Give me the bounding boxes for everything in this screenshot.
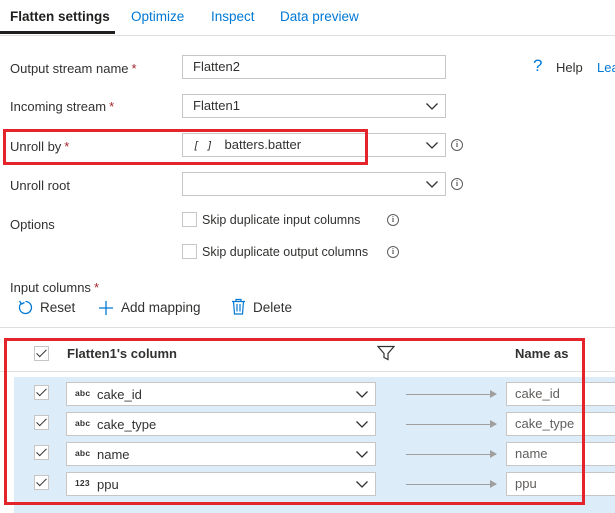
skip-duplicate-output-label: Skip duplicate output columns: [202, 245, 369, 259]
name-as-header: Name as: [515, 346, 569, 361]
type-badge: abc: [75, 418, 91, 428]
skip-output-info-icon[interactable]: i: [387, 246, 399, 258]
output-stream-input[interactable]: Flatten2: [182, 55, 446, 79]
mapping-arrow-icon: [406, 450, 497, 458]
tab-inspect[interactable]: Inspect: [211, 9, 255, 24]
toolbar-divider: [0, 327, 615, 328]
skip-duplicate-input-checkbox[interactable]: [182, 212, 197, 227]
help-label: Help: [556, 60, 583, 75]
chevron-down-icon: [356, 391, 368, 398]
trash-icon: [232, 298, 245, 315]
column-select[interactable]: 123 ppu: [66, 472, 376, 496]
row-checkbox[interactable]: [34, 415, 49, 430]
table-row[interactable]: abc cake_type cake_type: [14, 411, 615, 437]
tab-flatten-settings[interactable]: Flatten settings: [10, 9, 110, 24]
chevron-down-icon: [356, 421, 368, 428]
mapping-arrow-icon: [406, 390, 497, 398]
type-badge: 123: [75, 478, 90, 488]
column-select[interactable]: abc cake_type: [66, 412, 376, 436]
column-select[interactable]: abc name: [66, 442, 376, 466]
unroll-root-select[interactable]: [182, 172, 446, 196]
incoming-stream-select[interactable]: Flatten1: [182, 94, 446, 118]
row-checkbox[interactable]: [34, 475, 49, 490]
unroll-by-info-icon[interactable]: i: [451, 139, 463, 151]
options-label: Options: [10, 217, 55, 232]
row-checkbox[interactable]: [34, 445, 49, 460]
tab-optimize[interactable]: Optimize: [131, 9, 184, 24]
skip-duplicate-input-label: Skip duplicate input columns: [202, 213, 361, 227]
chevron-down-icon: [356, 451, 368, 458]
mapping-arrow-icon: [406, 480, 497, 488]
unroll-by-select[interactable]: [ ] batters.batter: [182, 133, 446, 157]
reset-icon: [18, 300, 33, 315]
skip-duplicate-output-checkbox[interactable]: [182, 244, 197, 259]
learn-more-link[interactable]: Lea: [597, 60, 615, 75]
type-badge: abc: [75, 388, 91, 398]
table-row[interactable]: abc cake_id cake_id: [14, 381, 615, 407]
unroll-by-label: Unroll by *: [10, 139, 70, 154]
name-as-input[interactable]: ppu: [506, 472, 615, 496]
unroll-root-info-icon[interactable]: i: [451, 178, 463, 190]
column-select[interactable]: abc cake_id: [66, 382, 376, 406]
chevron-down-icon: [426, 142, 438, 149]
skip-input-info-icon[interactable]: i: [387, 214, 399, 226]
name-as-input[interactable]: name: [506, 442, 615, 466]
output-stream-label: Output stream name *: [10, 61, 137, 76]
row-checkbox[interactable]: [34, 385, 49, 400]
type-badge: abc: [75, 448, 91, 458]
grid-body: abc cake_id cake_id abc cake_type cake_t…: [14, 377, 615, 513]
tab-data-preview[interactable]: Data preview: [280, 9, 359, 24]
column-header: Flatten1's column: [67, 346, 177, 361]
chevron-down-icon: [356, 481, 368, 488]
chevron-down-icon: [426, 103, 438, 110]
question-icon: ?: [533, 56, 543, 75]
input-columns-label: Input columns *: [10, 280, 99, 295]
table-row[interactable]: 123 ppu ppu: [14, 471, 615, 497]
name-as-input[interactable]: cake_id: [506, 382, 615, 406]
mapping-arrow-icon: [406, 420, 497, 428]
filter-icon[interactable]: [377, 345, 395, 361]
active-tab-indicator: [0, 31, 115, 34]
grid-header: Flatten1's column Name as: [0, 338, 615, 372]
name-as-input[interactable]: cake_type: [506, 412, 615, 436]
table-row[interactable]: abc name name: [14, 441, 615, 467]
tab-bar: Flatten settings Optimize Inspect Data p…: [0, 0, 615, 36]
plus-icon: [99, 301, 113, 315]
unroll-root-label: Unroll root: [10, 178, 70, 193]
incoming-stream-label: Incoming stream *: [10, 99, 115, 114]
select-all-checkbox[interactable]: [34, 346, 49, 361]
chevron-down-icon: [426, 181, 438, 188]
array-icon: [ ]: [193, 139, 213, 152]
